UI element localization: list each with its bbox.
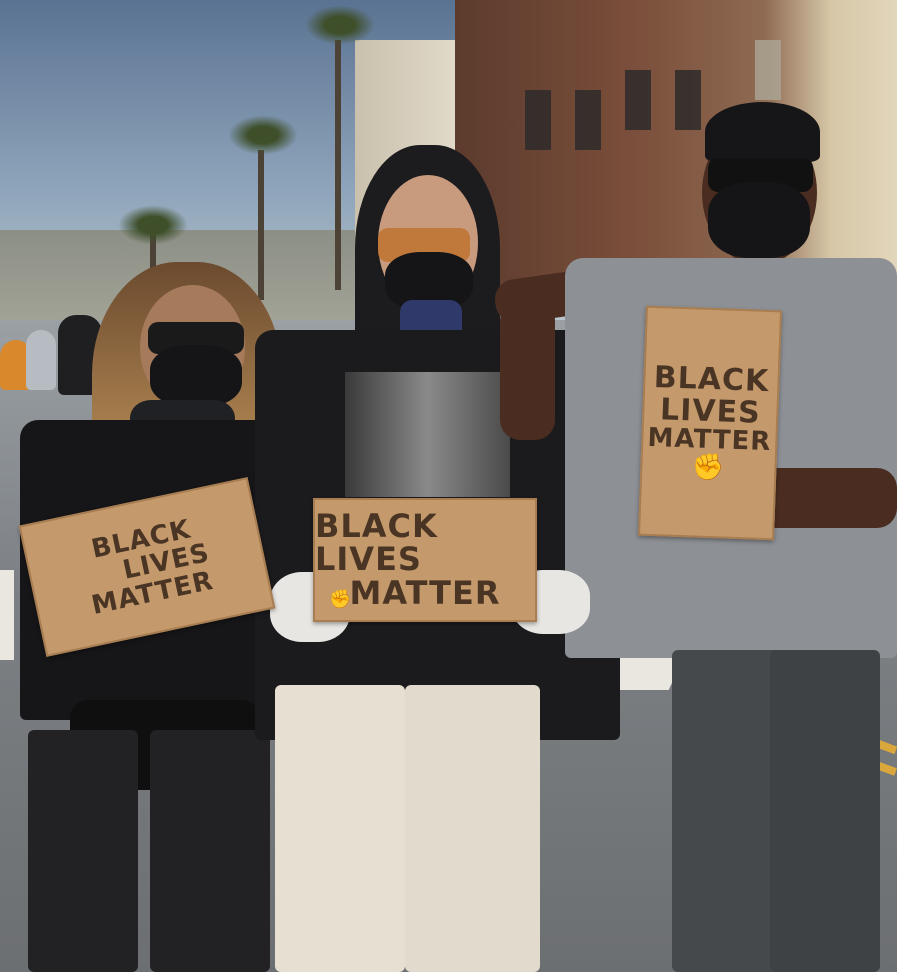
sign-center-line1: BLACK LIVES xyxy=(315,506,438,579)
white-trousers-left xyxy=(275,685,405,972)
brick-building xyxy=(455,0,897,290)
ripped-jeans-left xyxy=(672,650,782,972)
palm-tree-trunk xyxy=(258,150,264,300)
window xyxy=(675,70,701,130)
palm-tree-crown xyxy=(228,115,298,155)
face-mask xyxy=(150,345,242,407)
sign-right-line3: MATTER xyxy=(646,423,772,458)
sign-center: BLACK LIVES MATTER ✊ xyxy=(313,498,537,622)
raised-fist-icon: ✊ xyxy=(691,451,726,484)
face-mask xyxy=(708,182,810,258)
raised-fist-icon: ✊ xyxy=(329,589,353,611)
white-trousers-right xyxy=(405,685,540,972)
palm-tree-crown xyxy=(305,5,375,45)
crowd-person xyxy=(26,330,56,390)
ripped-jeans-right xyxy=(150,730,270,972)
ripped-jeans-left xyxy=(28,730,138,972)
palm-tree-crown xyxy=(118,205,188,245)
hand-on-shoulder xyxy=(500,300,555,440)
sign-center-line2: MATTER xyxy=(349,573,501,612)
sign-right: BLACK LIVES MATTER ✊ xyxy=(638,305,782,541)
protest-photo: BLACK LIVES MATTER BLACK LIVES MATTER ✊ … xyxy=(0,0,897,972)
ripped-jeans-right xyxy=(770,650,880,972)
window xyxy=(525,90,551,150)
lane-marking xyxy=(0,570,14,660)
balcony xyxy=(755,40,781,100)
window xyxy=(575,90,601,150)
photo-print xyxy=(345,372,510,497)
window xyxy=(625,70,651,130)
black-cap xyxy=(705,102,820,162)
palm-tree-trunk xyxy=(335,40,341,290)
